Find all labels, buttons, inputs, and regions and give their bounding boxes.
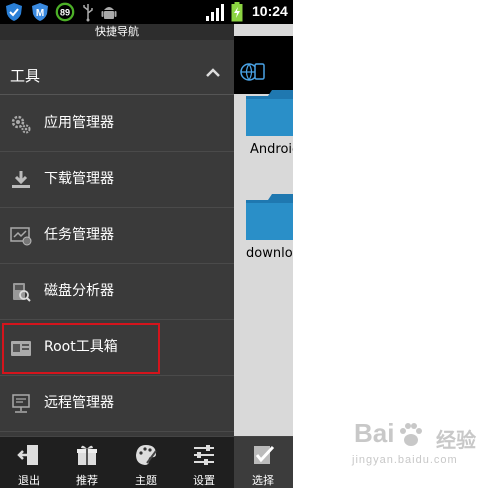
menu-item-label: 磁盘分析器 [44, 283, 114, 299]
exit-label: 退出 [18, 474, 40, 487]
status-bar: M 89 10:24 [0, 0, 293, 24]
battery-ring-value: 89 [60, 8, 70, 18]
highlight-box [2, 323, 160, 374]
recommend-label: 推荐 [76, 474, 98, 487]
menu-item-remote-manager[interactable]: 远程管理器 [0, 376, 234, 432]
paw-icon [400, 423, 422, 446]
theme-label: 主题 [135, 474, 157, 487]
chevron-up-icon [206, 68, 220, 77]
recommend-button[interactable]: 推荐 [58, 437, 116, 488]
m-app-icon: M [32, 3, 48, 21]
menu-item-task-manager[interactable]: 任务管理器 [0, 208, 234, 264]
usb-icon [83, 4, 93, 22]
task-manager-icon [10, 227, 32, 246]
file-list-panel: Android download [234, 24, 293, 488]
watermark: Bai 经验 jingyan.baidu.com [340, 418, 490, 482]
battery-ring-icon: 89 [55, 2, 75, 22]
gears-icon [11, 115, 31, 134]
select-check-icon [254, 445, 275, 464]
folder-name: download [246, 246, 293, 261]
menu-item-label: 任务管理器 [44, 227, 114, 243]
file-toolbar [234, 36, 293, 94]
svg-text:M: M [36, 8, 44, 19]
shield-icon [6, 3, 22, 21]
select-button[interactable]: 选择 [234, 437, 293, 488]
folder-icon [246, 194, 293, 240]
disk-analyzer-icon [13, 283, 31, 302]
bottom-toolbar: 退出 推荐 主题 设置 选择 [0, 436, 293, 488]
settings-label: 设置 [193, 474, 215, 487]
watermark-brand: Bai [354, 418, 395, 448]
exit-button[interactable]: 退出 [0, 437, 58, 488]
gift-icon [77, 445, 97, 465]
theme-button[interactable]: 主题 [117, 437, 175, 488]
android-icon [101, 7, 117, 19]
select-label: 选择 [252, 474, 274, 487]
tools-section-label: 工具 [10, 67, 41, 85]
folder-name: Android [250, 142, 293, 157]
network-view-icon[interactable] [240, 60, 266, 84]
menu-item-app-manager[interactable]: 应用管理器 [0, 96, 234, 152]
menu-item-label: 下载管理器 [44, 171, 114, 187]
sliders-icon [194, 445, 214, 465]
status-clock: 10:24 [252, 3, 288, 19]
battery-icon [231, 2, 243, 22]
quick-nav-drawer: 快捷导航 工具 应用管理器 下载管理器 任务管理器 磁盘分析器 Root工具箱 … [0, 24, 234, 436]
signal-icon [206, 4, 224, 21]
folder-icon [246, 90, 293, 136]
drawer-title: 快捷导航 [0, 24, 234, 40]
menu-item-label: 应用管理器 [44, 115, 114, 131]
palette-icon [136, 445, 157, 465]
watermark-url: jingyan.baidu.com [352, 454, 458, 466]
watermark-suffix: 经验 [436, 428, 476, 452]
menu-item-label: 远程管理器 [44, 395, 114, 411]
remote-manager-icon [12, 394, 30, 413]
phone-screen: M 89 10:24 Androi downlo 快捷导航 工具 应用管理器 下… [0, 0, 293, 488]
menu-item-download-manager[interactable]: 下载管理器 [0, 152, 234, 208]
exit-icon [17, 445, 38, 465]
settings-button[interactable]: 设置 [175, 437, 233, 488]
tools-section-header[interactable]: 工具 [0, 52, 234, 96]
download-icon [12, 171, 30, 188]
divider [0, 94, 234, 95]
menu-item-disk-analyzer[interactable]: 磁盘分析器 [0, 264, 234, 320]
